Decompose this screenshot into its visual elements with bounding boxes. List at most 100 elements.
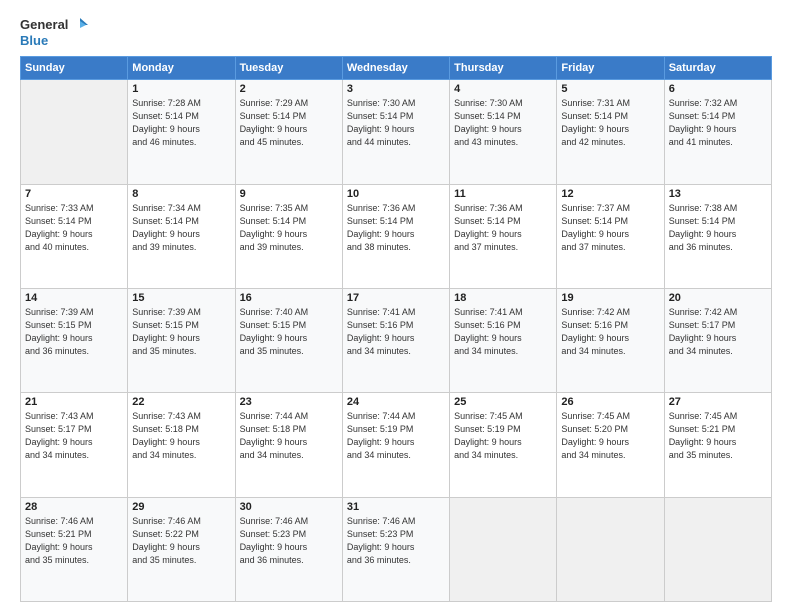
calendar-cell: 6 Sunrise: 7:32 AM Sunset: 5:14 PM Daylig… <box>664 80 771 184</box>
day-of-week-tuesday: Tuesday <box>235 57 342 80</box>
calendar-week-row: 7Sunrise: 7:33 AM Sunset: 5:14 PM Daylig… <box>21 184 772 288</box>
day-of-week-sunday: Sunday <box>21 57 128 80</box>
day-info: Sunrise: 7:36 AM Sunset: 5:14 PM Dayligh… <box>454 202 552 254</box>
calendar-cell: 16Sunrise: 7:40 AM Sunset: 5:15 PM Dayli… <box>235 288 342 392</box>
calendar-cell: 11 Sunrise: 7:36 AM Sunset: 5:14 PM Dayli… <box>450 184 557 288</box>
day-info: Sunrise: 7:46 AM Sunset: 5:23 PM Dayligh… <box>240 515 338 567</box>
day-info: Sunrise: 7:31 AM Sunset: 5:14 PM Dayligh… <box>561 97 659 149</box>
day-info: Sunrise: 7:38 AM Sunset: 5:14 PM Dayligh… <box>669 202 767 254</box>
day-number: 22 <box>132 396 230 408</box>
day-of-week-thursday: Thursday <box>450 57 557 80</box>
day-number: 8 <box>132 188 230 200</box>
day-number: 15 <box>132 292 230 304</box>
calendar-cell: 21 Sunrise: 7:43 AM Sunset: 5:17 PM Dayli… <box>21 393 128 497</box>
calendar-cell: 19 Sunrise: 7:42 AM Sunset: 5:16 PM Dayli… <box>557 288 664 392</box>
day-number: 9 <box>240 188 338 200</box>
calendar-week-row: 21 Sunrise: 7:43 AM Sunset: 5:17 PM Dayli… <box>21 393 772 497</box>
day-info: Sunrise: 7:44 AM Sunset: 5:18 PM Dayligh… <box>240 410 338 462</box>
day-number: 30 <box>240 501 338 513</box>
day-of-week-wednesday: Wednesday <box>342 57 449 80</box>
calendar-cell <box>557 497 664 601</box>
calendar-cell: 4Sunrise: 7:30 AM Sunset: 5:14 PM Daylig… <box>450 80 557 184</box>
day-number: 14 <box>25 292 123 304</box>
calendar-cell: 24 Sunrise: 7:44 AM Sunset: 5:19 PM Dayli… <box>342 393 449 497</box>
day-number: 27 <box>669 396 767 408</box>
day-info: Sunrise: 7:46 AM Sunset: 5:23 PM Dayligh… <box>347 515 445 567</box>
day-info: Sunrise: 7:45 AM Sunset: 5:19 PM Dayligh… <box>454 410 552 462</box>
day-number: 31 <box>347 501 445 513</box>
day-info: Sunrise: 7:32 AM Sunset: 5:14 PM Dayligh… <box>669 97 767 149</box>
day-info: Sunrise: 7:37 AM Sunset: 5:14 PM Dayligh… <box>561 202 659 254</box>
day-of-week-monday: Monday <box>128 57 235 80</box>
day-info: Sunrise: 7:46 AM Sunset: 5:21 PM Dayligh… <box>25 515 123 567</box>
day-number: 13 <box>669 188 767 200</box>
day-number: 11 <box>454 188 552 200</box>
day-number: 26 <box>561 396 659 408</box>
calendar-cell: 29Sunrise: 7:46 AM Sunset: 5:22 PM Dayli… <box>128 497 235 601</box>
day-info: Sunrise: 7:39 AM Sunset: 5:15 PM Dayligh… <box>25 306 123 358</box>
calendar-cell: 9 Sunrise: 7:35 AM Sunset: 5:14 PM Daylig… <box>235 184 342 288</box>
day-number: 16 <box>240 292 338 304</box>
calendar-cell: 27Sunrise: 7:45 AM Sunset: 5:21 PM Dayli… <box>664 393 771 497</box>
day-info: Sunrise: 7:30 AM Sunset: 5:14 PM Dayligh… <box>347 97 445 149</box>
day-number: 29 <box>132 501 230 513</box>
day-of-week-saturday: Saturday <box>664 57 771 80</box>
day-number: 12 <box>561 188 659 200</box>
logo-text-blue: Blue <box>20 34 88 48</box>
day-number: 24 <box>347 396 445 408</box>
calendar-cell: 15 Sunrise: 7:39 AM Sunset: 5:15 PM Dayli… <box>128 288 235 392</box>
calendar-cell: 22 Sunrise: 7:43 AM Sunset: 5:18 PM Dayli… <box>128 393 235 497</box>
calendar-cell: 3 Sunrise: 7:30 AM Sunset: 5:14 PM Daylig… <box>342 80 449 184</box>
day-number: 28 <box>25 501 123 513</box>
logo: General Blue <box>20 16 88 48</box>
day-number: 21 <box>25 396 123 408</box>
calendar-cell: 10 Sunrise: 7:36 AM Sunset: 5:14 PM Dayli… <box>342 184 449 288</box>
calendar-table: SundayMondayTuesdayWednesdayThursdayFrid… <box>20 56 772 602</box>
day-number: 6 <box>669 83 767 95</box>
header: General Blue <box>20 16 772 48</box>
day-info: Sunrise: 7:41 AM Sunset: 5:16 PM Dayligh… <box>454 306 552 358</box>
day-info: Sunrise: 7:35 AM Sunset: 5:14 PM Dayligh… <box>240 202 338 254</box>
day-of-week-friday: Friday <box>557 57 664 80</box>
day-number: 2 <box>240 83 338 95</box>
day-number: 17 <box>347 292 445 304</box>
day-number: 10 <box>347 188 445 200</box>
day-number: 23 <box>240 396 338 408</box>
calendar-cell: 18 Sunrise: 7:41 AM Sunset: 5:16 PM Dayli… <box>450 288 557 392</box>
calendar-cell: 1Sunrise: 7:28 AM Sunset: 5:14 PM Daylig… <box>128 80 235 184</box>
calendar-cell: 12 Sunrise: 7:37 AM Sunset: 5:14 PM Dayli… <box>557 184 664 288</box>
day-info: Sunrise: 7:34 AM Sunset: 5:14 PM Dayligh… <box>132 202 230 254</box>
day-number: 3 <box>347 83 445 95</box>
day-number: 19 <box>561 292 659 304</box>
day-info: Sunrise: 7:28 AM Sunset: 5:14 PM Dayligh… <box>132 97 230 149</box>
calendar-cell: 31 Sunrise: 7:46 AM Sunset: 5:23 PM Dayli… <box>342 497 449 601</box>
calendar-cell: 30 Sunrise: 7:46 AM Sunset: 5:23 PM Dayli… <box>235 497 342 601</box>
day-info: Sunrise: 7:29 AM Sunset: 5:14 PM Dayligh… <box>240 97 338 149</box>
calendar-cell <box>450 497 557 601</box>
day-info: Sunrise: 7:44 AM Sunset: 5:19 PM Dayligh… <box>347 410 445 462</box>
day-number: 18 <box>454 292 552 304</box>
calendar-cell <box>21 80 128 184</box>
calendar-cell: 23 Sunrise: 7:44 AM Sunset: 5:18 PM Dayli… <box>235 393 342 497</box>
day-info: Sunrise: 7:43 AM Sunset: 5:18 PM Dayligh… <box>132 410 230 462</box>
days-header-row: SundayMondayTuesdayWednesdayThursdayFrid… <box>21 57 772 80</box>
calendar-week-row: 14 Sunrise: 7:39 AM Sunset: 5:15 PM Dayli… <box>21 288 772 392</box>
calendar-cell: 17 Sunrise: 7:41 AM Sunset: 5:16 PM Dayli… <box>342 288 449 392</box>
day-info: Sunrise: 7:39 AM Sunset: 5:15 PM Dayligh… <box>132 306 230 358</box>
day-info: Sunrise: 7:42 AM Sunset: 5:17 PM Dayligh… <box>669 306 767 358</box>
calendar-cell: 26 Sunrise: 7:45 AM Sunset: 5:20 PM Dayli… <box>557 393 664 497</box>
day-info: Sunrise: 7:41 AM Sunset: 5:16 PM Dayligh… <box>347 306 445 358</box>
day-number: 20 <box>669 292 767 304</box>
day-number: 7 <box>25 188 123 200</box>
day-info: Sunrise: 7:45 AM Sunset: 5:20 PM Dayligh… <box>561 410 659 462</box>
calendar-cell: 5Sunrise: 7:31 AM Sunset: 5:14 PM Daylig… <box>557 80 664 184</box>
calendar-cell: 14 Sunrise: 7:39 AM Sunset: 5:15 PM Dayli… <box>21 288 128 392</box>
day-info: Sunrise: 7:43 AM Sunset: 5:17 PM Dayligh… <box>25 410 123 462</box>
day-info: Sunrise: 7:42 AM Sunset: 5:16 PM Dayligh… <box>561 306 659 358</box>
day-info: Sunrise: 7:36 AM Sunset: 5:14 PM Dayligh… <box>347 202 445 254</box>
calendar-cell: 13 Sunrise: 7:38 AM Sunset: 5:14 PM Dayli… <box>664 184 771 288</box>
calendar-cell: 2 Sunrise: 7:29 AM Sunset: 5:14 PM Daylig… <box>235 80 342 184</box>
day-number: 25 <box>454 396 552 408</box>
logo-text-general: General <box>20 18 68 32</box>
day-number: 4 <box>454 83 552 95</box>
